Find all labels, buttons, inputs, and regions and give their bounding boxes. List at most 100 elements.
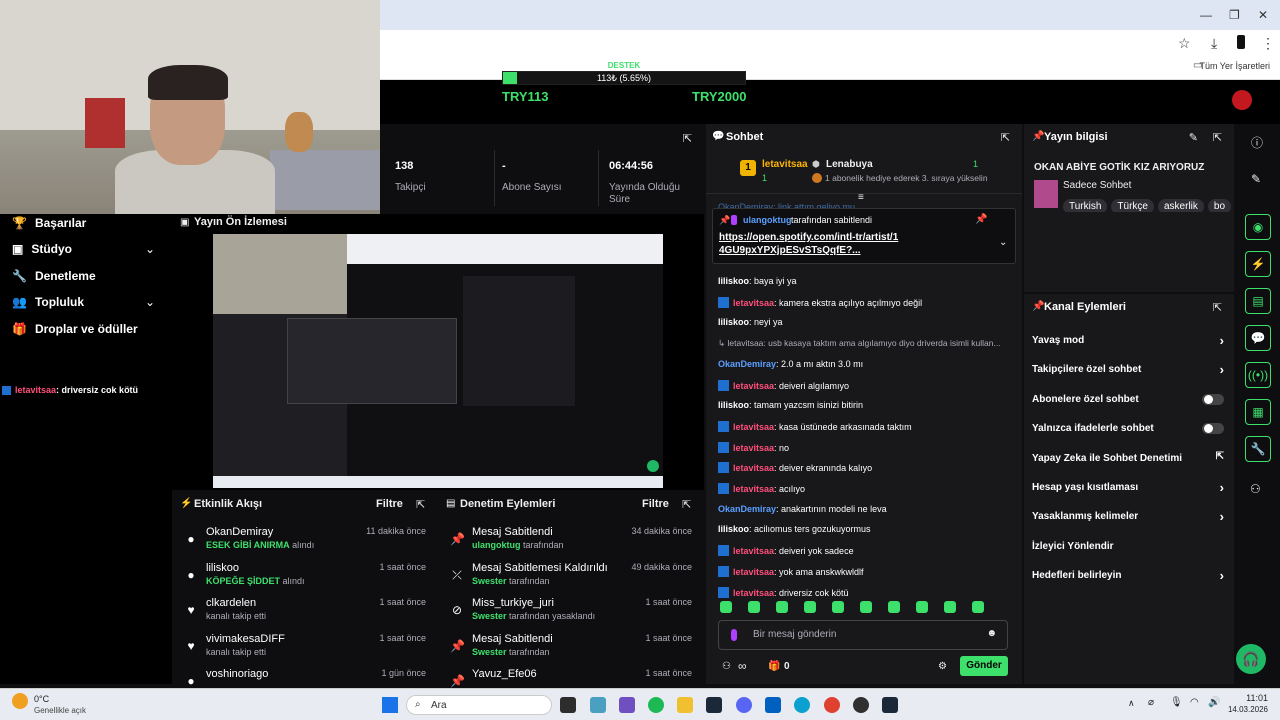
emote-icon[interactable] <box>944 601 956 613</box>
nav-item-achievements[interactable]: 🏆 Başarılar <box>12 216 86 230</box>
document-icon[interactable]: ▤ <box>1245 288 1271 314</box>
action-row[interactable]: Takipçilere özel sohbet › <box>1032 362 1228 377</box>
chat-username[interactable]: letavitsaa <box>733 381 774 391</box>
moderation-filter-button[interactable]: Filtre <box>642 498 669 510</box>
download-icon[interactable]: ⤓ <box>1211 35 1217 52</box>
popout-icon[interactable]: ⇱ <box>1213 131 1222 144</box>
file-explorer-icon[interactable] <box>677 697 693 713</box>
leader-username[interactable]: letavitsaa <box>762 159 808 170</box>
feed-item[interactable]: 📌 Mesaj Sabitlendi Swester tarafından 1 saa… <box>448 633 698 667</box>
chat-username[interactable]: letavitsaa <box>733 567 774 577</box>
layout-icon[interactable]: ▦ <box>1245 399 1271 425</box>
feed-item[interactable]: ⊘ Miss_turkiye_juri Swester tarafından yas… <box>448 597 698 631</box>
emote-icon[interactable] <box>748 601 760 613</box>
wifi-icon[interactable]: ◠ <box>1190 697 1199 708</box>
pin-author[interactable]: ulangoktug <box>743 215 792 225</box>
emote-icon[interactable] <box>860 601 872 613</box>
feed-item[interactable]: ♥ clkardelen kanalı takip etti 1 saat önce <box>182 597 432 631</box>
gifter-username[interactable]: Lenabuya <box>826 159 873 170</box>
mic-icon[interactable]: 🎙 <box>1170 697 1183 708</box>
chat-username[interactable]: OkanDemiray <box>718 359 776 369</box>
camera-icon[interactable]: ◉ <box>1245 214 1271 240</box>
action-row[interactable]: Abonelere özel sohbet <box>1032 393 1228 405</box>
toggle-switch[interactable] <box>1202 393 1224 405</box>
star-icon[interactable]: ☆ <box>1178 35 1191 52</box>
emote-icon[interactable] <box>776 601 788 613</box>
filter-icon[interactable]: ≡ <box>858 192 864 203</box>
emote-icon[interactable] <box>916 601 928 613</box>
chat-username[interactable]: letavitsaa <box>733 443 774 453</box>
feed-item[interactable]: ● OkanDemiray ESEK GİBİ ANIRMA alındı 11 da… <box>182 526 432 560</box>
emote-icon[interactable] <box>832 601 844 613</box>
feed-item[interactable]: 📌 Mesaj Sabitlendi ulangoktug tarafından 34… <box>448 526 698 560</box>
feed-item-name[interactable]: voshinoriago <box>206 668 268 680</box>
feed-item-name[interactable]: OkanDemiray <box>206 526 273 538</box>
action-row[interactable]: Yapay Zeka ile Sohbet Denetimi ⇱ <box>1032 451 1228 464</box>
network-icon[interactable]: ⌀ <box>1148 697 1154 708</box>
unpin-icon[interactable]: 📌 <box>975 214 987 225</box>
gear-icon[interactable]: ⚙ <box>938 661 947 672</box>
edit-icon[interactable]: ✎ <box>1189 131 1198 144</box>
chat-username[interactable]: liliskoo <box>718 400 749 410</box>
popout-icon[interactable]: ⇱ <box>416 498 425 511</box>
popout-icon[interactable]: ⇱ <box>683 132 692 145</box>
action-row[interactable]: İzleyici Yönlendir <box>1032 541 1228 552</box>
tag[interactable]: bo <box>1207 199 1231 212</box>
feed-item[interactable]: ♥ vivimakesaDIFF kanalı takip etti 1 saat ö… <box>182 633 432 667</box>
feed-item-name[interactable]: Mesaj Sabitlemesi Kaldırıldı <box>472 562 608 574</box>
feed-item-name[interactable]: clkardelen <box>206 597 256 609</box>
activity-filter-button[interactable]: Filtre <box>376 498 403 510</box>
store-icon[interactable] <box>765 697 781 713</box>
popout-icon[interactable]: ⇱ <box>1213 301 1222 314</box>
tag[interactable]: Turkish <box>1063 199 1108 212</box>
action-row[interactable]: Hesap yaşı kısıtlaması › <box>1032 480 1228 495</box>
popout-icon[interactable]: ⇱ <box>682 498 691 511</box>
taskbar-search[interactable]: ⌕ Ara <box>406 695 552 715</box>
edit-icon[interactable]: ✎ <box>1251 172 1261 186</box>
chat-username[interactable]: letavitsaa <box>733 546 774 556</box>
windows-start-icon[interactable] <box>382 697 398 713</box>
mic-icon[interactable] <box>731 629 737 641</box>
all-bookmarks-link[interactable]: Tüm Yer İşaretleri <box>1199 61 1270 71</box>
chat-input[interactable]: Bir mesaj gönderin ☻ <box>718 620 1008 650</box>
community-icon[interactable]: ⚇ <box>722 661 731 672</box>
tray-chevron-icon[interactable]: ∧ <box>1128 698 1135 709</box>
chat-username[interactable]: letavitsaa <box>733 484 774 494</box>
chrome-icon[interactable] <box>824 697 840 713</box>
chat-username[interactable]: letavitsaa <box>733 463 774 473</box>
app-icon[interactable] <box>590 697 606 713</box>
edge-icon[interactable] <box>794 697 810 713</box>
maximize-button[interactable]: ❐ <box>1229 8 1240 22</box>
tag[interactable]: askerlik <box>1157 199 1204 212</box>
info-icon[interactable]: ⓘ <box>1251 134 1263 151</box>
weather-icon[interactable] <box>12 693 28 709</box>
avatar[interactable] <box>1232 90 1252 110</box>
broadcast-icon[interactable]: ((•)) <box>1245 362 1271 388</box>
toggle-switch[interactable] <box>1202 423 1224 435</box>
emote-icon[interactable] <box>972 601 984 613</box>
nav-item-drops[interactable]: 🎁 Droplar ve ödüller <box>12 322 138 336</box>
clock-time[interactable]: 11:01 <box>1228 693 1268 703</box>
chat-username[interactable]: liliskoo <box>718 276 749 286</box>
chat-username[interactable]: liliskoo <box>718 317 749 327</box>
tag[interactable]: Türkçe <box>1111 199 1154 212</box>
feed-item-name[interactable]: Mesaj Sabitlendi <box>472 526 553 538</box>
feed-item-name[interactable]: liliskoo <box>206 562 239 574</box>
popout-icon[interactable]: ⇱ <box>1001 131 1010 144</box>
chat-username[interactable]: letavitsaa <box>733 422 774 432</box>
clock-date[interactable]: 14.03.2026 <box>1226 705 1268 714</box>
feed-item-name[interactable]: Yavuz_Efe06 <box>472 668 537 680</box>
action-row[interactable]: Yasaklanmış kelimeler › <box>1032 509 1228 524</box>
emoji-icon[interactable]: ☻ <box>986 628 997 639</box>
feed-item[interactable]: ⤫ Mesaj Sabitlemesi Kaldırıldı Swester tar… <box>448 562 698 596</box>
nav-item-studio[interactable]: ▣ Stüdyo <box>12 242 72 256</box>
help-icon[interactable]: 🎧 <box>1236 644 1266 674</box>
steam-icon[interactable] <box>882 697 898 713</box>
send-button[interactable]: Gönder <box>960 656 1008 676</box>
emote-icon[interactable] <box>720 601 732 613</box>
emote-icon[interactable] <box>804 601 816 613</box>
action-row[interactable]: Yavaş mod › <box>1032 333 1228 348</box>
lightning-icon[interactable]: ⚡ <box>1245 251 1271 277</box>
minimize-button[interactable]: — <box>1200 8 1212 22</box>
menu-icon[interactable]: ⋮ <box>1261 35 1275 52</box>
